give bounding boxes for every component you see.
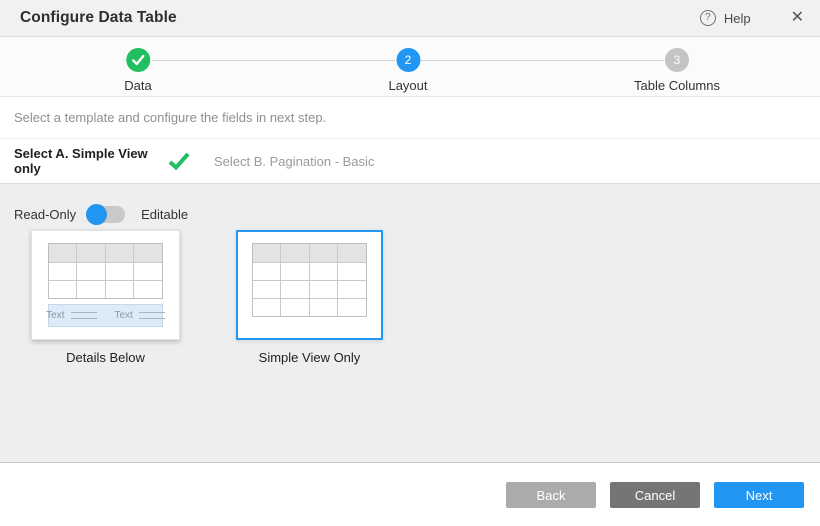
template-card-details-below[interactable]: Text Text (31, 230, 180, 340)
configure-data-table-dialog: Configure Data Table ? Help ✕ Data 2 Lay… (0, 0, 820, 526)
mode-toggle-row: Read-Only Editable (0, 184, 820, 228)
cancel-button[interactable]: Cancel (610, 482, 700, 508)
template-cards-row: Text Text Details Below (0, 230, 820, 365)
step-data[interactable]: Data (124, 48, 151, 93)
template-hint-row: Select a template and configure the fiel… (0, 97, 820, 139)
editable-label: Editable (141, 207, 188, 222)
next-button[interactable]: Next (714, 482, 804, 508)
step-complete-icon (126, 48, 150, 72)
step-table-columns[interactable]: 3 Table Columns (634, 48, 720, 93)
step-label: Layout (388, 78, 427, 93)
template-card-simple-view-only[interactable] (236, 230, 383, 340)
help-icon[interactable]: ? (700, 10, 716, 26)
check-icon (131, 54, 145, 66)
dialog-header: Configure Data Table ? Help ✕ (0, 0, 820, 37)
detail-placeholder-lines (139, 312, 165, 319)
step-connector (421, 60, 664, 61)
detail-strip-thumbnail: Text Text (48, 304, 163, 327)
layout-options-area: Read-Only Editable Text (0, 184, 820, 463)
option-b-pagination-basic[interactable]: Select B. Pagination - Basic (214, 154, 374, 169)
detail-placeholder-text: Text (115, 310, 133, 321)
option-a-simple-view[interactable]: Select A. Simple View only (14, 146, 166, 176)
template-label-simple-view-only: Simple View Only (259, 350, 361, 365)
detail-placeholder-lines (71, 312, 97, 319)
template-option-simple-view-only: Simple View Only (236, 230, 383, 365)
step-layout[interactable]: 2 Layout (388, 48, 427, 93)
template-hint-text: Select a template and configure the fiel… (14, 110, 326, 125)
close-icon[interactable]: ✕ (789, 8, 806, 28)
detail-placeholder-text: Text (46, 310, 64, 321)
selected-check-icon (168, 152, 190, 170)
step-label: Data (124, 78, 151, 93)
read-only-label: Read-Only (14, 207, 76, 222)
back-button[interactable]: Back (506, 482, 596, 508)
step-number-badge: 2 (396, 48, 420, 72)
mini-table-thumbnail (252, 243, 367, 317)
step-label: Table Columns (634, 78, 720, 93)
mode-toggle[interactable] (86, 206, 125, 223)
toggle-knob[interactable] (86, 204, 107, 225)
wizard-stepper: Data 2 Layout 3 Table Columns (0, 37, 820, 97)
step-number-badge: 3 (665, 48, 689, 72)
template-selection-row: Select A. Simple View only Select B. Pag… (0, 139, 820, 184)
page-title: Configure Data Table (20, 9, 177, 27)
template-option-details-below: Text Text Details Below (31, 230, 180, 365)
mini-table-thumbnail (48, 243, 163, 299)
template-label-details-below: Details Below (66, 350, 145, 365)
header-actions: ? Help ✕ (700, 8, 806, 28)
dialog-footer: Back Cancel Next (0, 463, 820, 526)
step-connector (152, 60, 395, 61)
help-button[interactable]: Help (724, 11, 751, 26)
